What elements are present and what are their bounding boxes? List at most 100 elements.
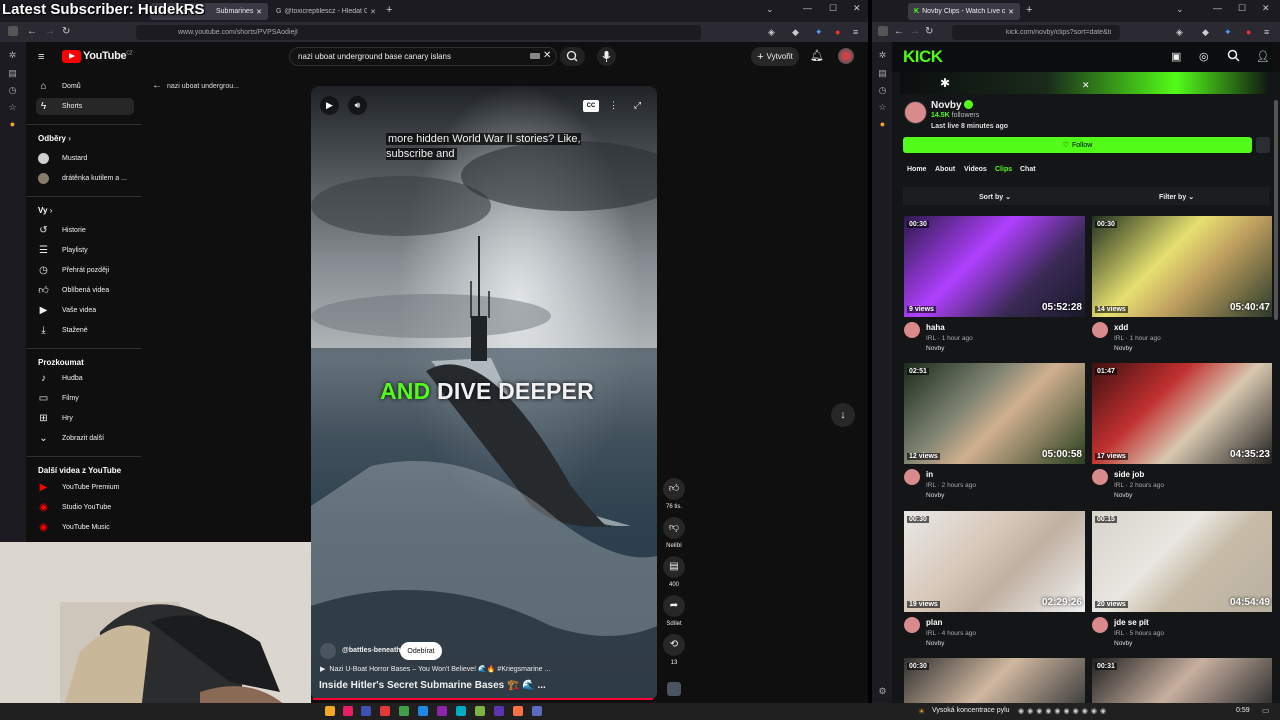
close-window-icon[interactable]: ✕ [853,3,861,14]
video-progress-bar[interactable] [313,698,653,700]
avatar[interactable] [838,48,854,64]
notification-center-icon[interactable]: ▭ [1262,706,1270,715]
extension-icon[interactable]: ◆ [1202,26,1209,38]
channel-handle[interactable]: @battles-beneath [342,647,401,654]
captions-button[interactable]: CC [583,100,599,112]
voice-search-button[interactable] [597,47,616,66]
clock[interactable]: 0:59 [1236,707,1250,714]
clip-title[interactable]: jde se pít [1114,618,1149,627]
fullscreen-icon[interactable]: ⤢ [628,96,647,115]
sidebar-item-games[interactable]: ⊞ Hry [36,410,134,427]
search-button[interactable] [560,47,585,66]
sidebar-item-home[interactable]: ⌂ Domů [36,78,134,95]
minimize-icon[interactable]: — [803,3,812,13]
banner-close-icon[interactable]: ✕ [1082,80,1090,91]
volume-button[interactable]: 🔊︎ [348,96,367,115]
section-you[interactable]: Vy › [38,206,52,215]
taskbar-app-icon[interactable] [475,706,485,716]
dislike-button[interactable]: 👎︎ Nelíbí [663,517,685,549]
channel-avatar[interactable] [320,643,336,659]
forward-icon[interactable]: → [910,26,920,38]
kick-logo[interactable]: KICK [903,47,943,67]
extension-icon[interactable]: ● [7,119,18,130]
more-options-icon[interactable]: ⋮ [604,96,623,115]
clip-user[interactable]: Novby [1114,345,1132,352]
audio-thumbnail[interactable] [667,682,681,696]
remix-button[interactable]: ⟲ 13 [663,634,685,666]
tab-about[interactable]: About [935,166,955,173]
url-bar[interactable]: www.youtube.com/shorts/PVPSAodiejI [136,25,701,40]
video-title[interactable]: Inside Hitler's Secret Submarine Bases 🏗… [319,680,546,691]
like-button[interactable]: 👍︎ 76 tis. [663,478,685,510]
clip-title[interactable]: haha [926,323,945,332]
globe-icon[interactable]: ◎ [1199,50,1209,63]
clip-user[interactable]: Novby [926,640,944,647]
minimize-icon[interactable]: — [1213,3,1222,13]
channel-avatar[interactable] [904,101,927,124]
sidebar-item-shorts[interactable]: ϟ Shorts [36,98,134,115]
clip-user[interactable]: Novby [1114,492,1132,499]
follow-button[interactable]: ♡ Follow [903,137,1252,153]
sidebar-item-subscription[interactable]: Mustard [36,150,134,167]
taskbar-app-icon[interactable] [325,706,335,716]
music-attribution[interactable]: ▶ Nazi U-Boat Horror Bases – You Won't Be… [320,665,550,673]
pocket-icon[interactable]: ◈ [768,26,775,38]
clip-avatar[interactable] [904,469,920,485]
scrollbar-thumb[interactable] [1274,100,1278,320]
clip-title[interactable]: xdd [1114,323,1128,332]
sidebar-item-youtube-premium[interactable]: ▶ YouTube Premium [36,479,134,496]
clip-title[interactable]: side job [1114,470,1144,479]
settings-icon[interactable]: ✲ [7,50,18,61]
clear-search-icon[interactable]: ✕ [543,50,551,61]
extension-icon[interactable]: ● [835,26,840,38]
sidebar-item-music[interactable]: ♪ Hudba [36,370,134,387]
taskbar-app-icon[interactable] [532,706,542,716]
clip-avatar[interactable] [904,322,920,338]
sidebar-item-history[interactable]: ↺ Historie [36,222,134,239]
extension-icon[interactable]: ✦ [815,26,823,38]
search-icon[interactable] [1227,49,1240,67]
tab-clips[interactable]: Clips [995,166,1012,173]
clip-avatar[interactable] [1092,322,1108,338]
share-button[interactable]: ➦ Sdílet [663,595,685,627]
maximize-icon[interactable]: ☐ [829,3,837,14]
maximize-icon[interactable]: ☐ [1238,3,1246,14]
extension-icon[interactable]: ◆ [792,26,799,38]
notifications-bell-icon[interactable]: 🔔︎ [810,49,824,62]
search-input[interactable]: nazi uboat underground base canary islan… [289,47,557,66]
star-icon[interactable]: ☆ [877,102,888,113]
settings-gear-icon[interactable]: ⚙ [877,686,888,697]
tab-videos[interactable]: Videos [964,166,987,173]
clip-thumbnail[interactable] [904,658,1085,703]
sidebar-item-watch-later[interactable]: ◷ Přehrát později [36,262,134,279]
back-icon[interactable]: ← [27,26,37,38]
clip-avatar[interactable] [1092,469,1108,485]
browse-icon[interactable]: ▣ [1171,50,1181,63]
tab-google-search[interactable]: G@toxicreptilescz - Hledat Goog✕ [270,3,382,20]
history-icon[interactable]: ◷ [877,85,888,96]
comments-button[interactable]: ▤ 400 [663,556,685,588]
clip-thumbnail[interactable] [1092,658,1273,703]
taskbar-app-icon[interactable] [343,706,353,716]
subscribe-button[interactable]: Odebírat [400,642,442,660]
close-icon[interactable]: ✕ [370,8,376,16]
clip-user[interactable]: Novby [926,492,944,499]
section-subscriptions[interactable]: Odběry › [38,134,71,143]
hamburger-menu-icon[interactable]: ≡ [38,51,44,63]
extension-icon[interactable]: ● [877,119,888,130]
pocket-icon[interactable]: ◈ [1176,26,1183,38]
notification-toggle-button[interactable] [1256,137,1270,153]
url-bar[interactable]: kick.com/novby/clips?sort=date&ti [952,25,1120,40]
clip-title[interactable]: plan [926,618,942,627]
clip-avatar[interactable] [1092,617,1108,633]
history-icon[interactable]: ◷ [7,85,18,96]
clip-user[interactable]: Novby [1114,640,1132,647]
sidebar-item-downloads[interactable]: ⤓ Stažené [36,322,134,339]
taskbar-app-icon[interactable] [494,706,504,716]
sidebar-item-subscription[interactable]: drátěnka kutilem a ... [36,170,134,187]
forward-icon[interactable]: → [45,26,55,38]
reload-icon[interactable]: ↻ [925,26,933,38]
bookmark-icon[interactable]: ▤ [7,68,18,79]
taskbar-app-icon[interactable] [380,706,390,716]
taskbar-app-icon[interactable] [399,706,409,716]
